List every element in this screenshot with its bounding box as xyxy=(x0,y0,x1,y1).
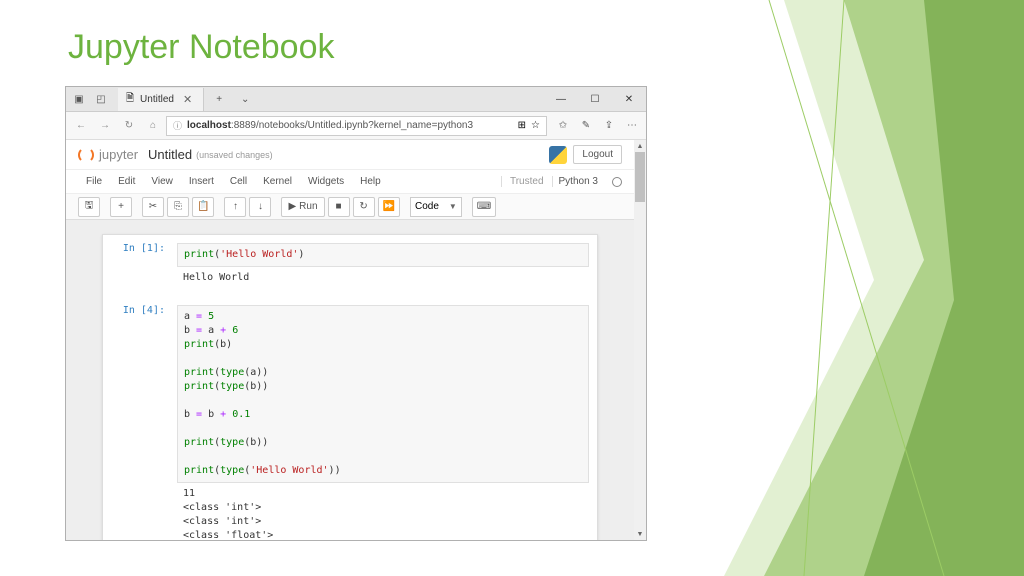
menu-file[interactable]: File xyxy=(78,176,110,187)
scroll-thumb[interactable] xyxy=(635,152,645,202)
browser-content: jupyter Untitled (unsaved changes) Logou… xyxy=(66,140,646,540)
browser-window: ▣ ◰ 🗎 Untitled ✕ + ⌄ — ☐ ✕ ← → ↻ ⌂ ⓘ loc… xyxy=(65,86,647,541)
cut-button[interactable]: ✂ xyxy=(142,197,164,217)
cell-output: Hello World xyxy=(177,267,589,289)
python-logo-icon xyxy=(549,146,567,164)
cell-prompt: In [1]: xyxy=(103,239,173,293)
back-button[interactable]: ← xyxy=(70,115,92,137)
window-icon-2[interactable]: ◰ xyxy=(92,90,110,108)
tab-close-icon[interactable]: ✕ xyxy=(180,93,195,106)
notebook-cell-area: In [1]:print('Hello World')Hello WorldIn… xyxy=(66,220,634,540)
url-input[interactable]: ⓘ localhost:8889/notebooks/Untitled.ipyn… xyxy=(166,116,547,136)
scroll-down-icon[interactable]: ▼ xyxy=(634,528,646,540)
share-button[interactable]: ⇪ xyxy=(599,116,619,136)
jupyter-logo-text: jupyter xyxy=(99,147,138,162)
notebook-toolbar: 🖫 + ✂ ⎘ 📋 ↑ ↓ ▶Run ■ ↻ ⏩ Code▼ xyxy=(66,194,634,220)
kernel-name[interactable]: Python 3 xyxy=(552,176,604,187)
menu-help[interactable]: Help xyxy=(352,176,389,187)
home-button[interactable]: ⌂ xyxy=(142,115,164,137)
favorite-icon[interactable]: ☆ xyxy=(531,120,540,131)
tab-title: Untitled xyxy=(140,94,174,105)
cell-input[interactable]: print('Hello World')Hello World xyxy=(173,239,597,293)
favorites-button[interactable]: ✩ xyxy=(553,116,573,136)
site-info-icon[interactable]: ⓘ xyxy=(173,119,182,132)
minimize-button[interactable]: — xyxy=(544,87,578,112)
address-bar: ← → ↻ ⌂ ⓘ localhost:8889/notebooks/Untit… xyxy=(66,112,646,140)
cell-output: 11 <class 'int'> <class 'int'> <class 'f… xyxy=(177,483,589,540)
restart-button[interactable]: ↻ xyxy=(353,197,375,217)
jupyter-logo[interactable]: jupyter xyxy=(78,147,138,163)
slide-title: Jupyter Notebook xyxy=(68,28,335,67)
run-button[interactable]: ▶Run xyxy=(281,197,324,217)
more-button[interactable]: ⋯ xyxy=(622,116,642,136)
restart-run-all-button[interactable]: ⏩ xyxy=(378,197,400,217)
save-button[interactable]: 🖫 xyxy=(78,197,100,217)
menu-cell[interactable]: Cell xyxy=(222,176,255,187)
menu-view[interactable]: View xyxy=(143,176,181,187)
code-cell[interactable]: In [4]:a = 5b = a + 6print(b) print(type… xyxy=(103,297,597,540)
jupyter-icon xyxy=(78,147,94,163)
notebook-title[interactable]: Untitled xyxy=(148,147,192,162)
new-tab-button[interactable]: + xyxy=(208,94,230,105)
menu-widgets[interactable]: Widgets xyxy=(300,176,352,187)
slide-decoration xyxy=(724,0,1024,576)
browser-titlebar: ▣ ◰ 🗎 Untitled ✕ + ⌄ — ☐ ✕ xyxy=(66,87,646,112)
stop-button[interactable]: ■ xyxy=(328,197,350,217)
browser-tab[interactable]: 🗎 Untitled ✕ xyxy=(118,88,204,111)
notebook-header: jupyter Untitled (unsaved changes) Logou… xyxy=(66,140,634,170)
logout-button[interactable]: Logout xyxy=(573,145,622,164)
trusted-indicator[interactable]: Trusted xyxy=(501,176,544,187)
window-icon[interactable]: ▣ xyxy=(70,90,88,108)
paste-button[interactable]: 📋 xyxy=(192,197,214,217)
menu-edit[interactable]: Edit xyxy=(110,176,143,187)
refresh-button[interactable]: ↻ xyxy=(118,115,140,137)
notes-button[interactable]: ✎ xyxy=(576,116,596,136)
move-up-button[interactable]: ↑ xyxy=(224,197,246,217)
vertical-scrollbar[interactable]: ▲ ▼ xyxy=(634,140,646,540)
code-cell[interactable]: In [1]:print('Hello World')Hello World xyxy=(103,235,597,297)
tab-menu-button[interactable]: ⌄ xyxy=(234,94,256,105)
add-cell-button[interactable]: + xyxy=(110,197,132,217)
scroll-up-icon[interactable]: ▲ xyxy=(634,140,646,152)
menu-kernel[interactable]: Kernel xyxy=(255,176,300,187)
forward-button[interactable]: → xyxy=(94,115,116,137)
chevron-down-icon: ▼ xyxy=(449,202,457,211)
notebook-save-status: (unsaved changes) xyxy=(196,150,273,160)
command-palette-button[interactable]: ⌨ xyxy=(472,197,496,217)
cell-type-select[interactable]: Code▼ xyxy=(410,197,462,217)
kernel-indicator-icon xyxy=(612,177,622,187)
notebook-menubar: FileEditViewInsertCellKernelWidgetsHelp … xyxy=(66,170,634,194)
move-down-button[interactable]: ↓ xyxy=(249,197,271,217)
maximize-button[interactable]: ☐ xyxy=(578,87,612,112)
reading-view-icon[interactable]: ⊞ xyxy=(518,120,526,131)
cell-input[interactable]: a = 5b = a + 6print(b) print(type(a))pri… xyxy=(173,301,597,540)
copy-button[interactable]: ⎘ xyxy=(167,197,189,217)
close-button[interactable]: ✕ xyxy=(612,87,646,112)
menu-insert[interactable]: Insert xyxy=(181,176,222,187)
tab-favicon: 🗎 xyxy=(126,91,134,108)
cell-prompt: In [4]: xyxy=(103,301,173,540)
url-text: localhost:8889/notebooks/Untitled.ipynb?… xyxy=(187,120,473,131)
